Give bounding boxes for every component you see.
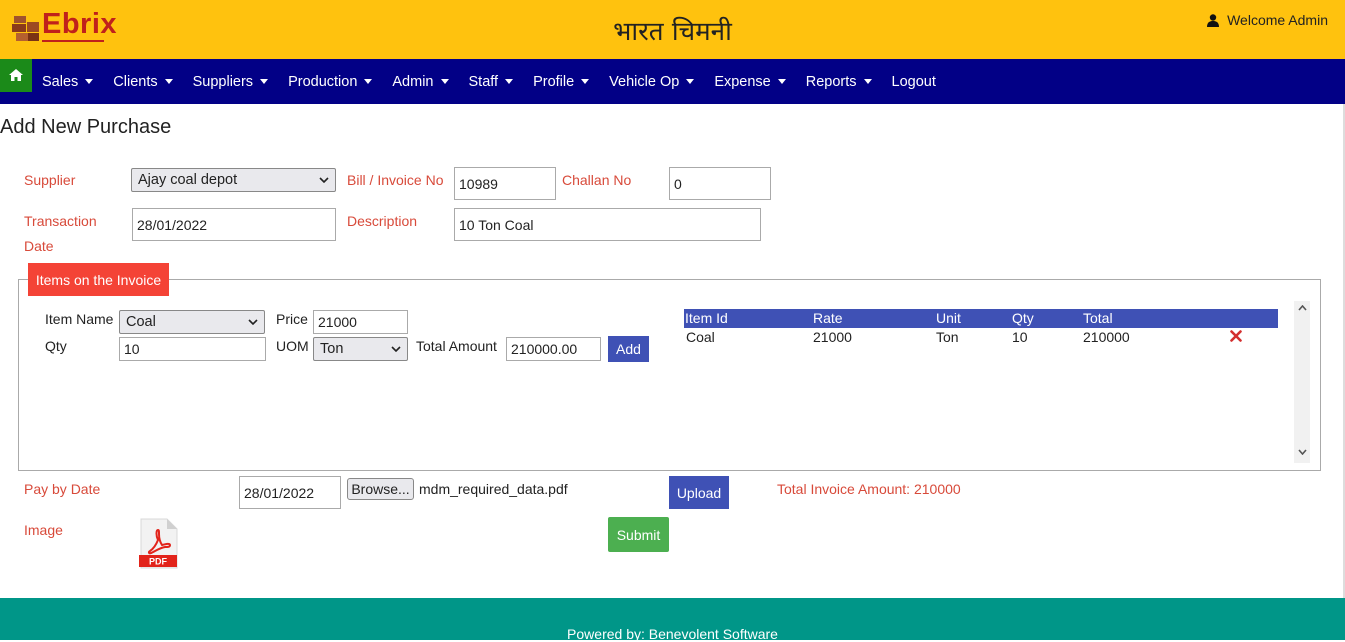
nav-item-staff[interactable]: Staff	[459, 74, 524, 90]
pay-by-date-label: Pay by Date	[24, 481, 101, 497]
home-button[interactable]	[0, 59, 32, 92]
caret-down-icon	[777, 79, 786, 84]
qty-label: Qty	[45, 338, 67, 354]
caret-down-icon	[260, 79, 269, 84]
welcome-user[interactable]: Welcome Admin	[1207, 12, 1328, 28]
nav-item-profile[interactable]: Profile	[523, 74, 599, 90]
nav-item-label: Staff	[468, 73, 499, 90]
items-table-header: Item Id Rate Unit Qty Total	[684, 309, 1278, 328]
qty-input[interactable]: 10	[119, 337, 266, 361]
upload-button[interactable]: Upload	[669, 476, 729, 509]
pay-by-date-input[interactable]: 28/01/2022	[239, 476, 341, 509]
caret-down-icon	[85, 79, 94, 84]
pdf-icon-text: PDF	[149, 557, 168, 567]
transaction-date-input[interactable]: 28/01/2022	[132, 208, 336, 241]
price-input[interactable]: 21000	[313, 310, 408, 334]
caret-down-icon	[364, 79, 373, 84]
challan-label: Challan No	[562, 172, 632, 188]
caret-down-icon	[505, 79, 514, 84]
bill-label: Bill / Invoice No	[347, 172, 444, 188]
caret-down-icon	[863, 79, 872, 84]
col-qty: Qty	[1012, 310, 1034, 326]
nav-item-label: Production	[288, 73, 358, 90]
caret-down-icon	[686, 79, 695, 84]
home-icon	[9, 69, 23, 81]
items-legend: Items on the Invoice	[28, 263, 169, 296]
nav-item-label: Vehicle Op	[609, 73, 680, 90]
submit-button[interactable]: Submit	[608, 517, 669, 552]
welcome-text: Welcome Admin	[1227, 12, 1328, 28]
nav-item-label: Profile	[533, 73, 575, 90]
main-nav: Sales Clients Suppliers Production Admin Staf…	[0, 59, 1345, 104]
uom-value: Ton	[320, 341, 344, 357]
cell-qty: 10	[1012, 329, 1028, 345]
nav-item-expense[interactable]: Expense	[704, 74, 795, 90]
nav-item-reports[interactable]: Reports	[796, 74, 882, 90]
nav-item-label: Clients	[113, 73, 158, 90]
caret-down-icon	[581, 79, 590, 84]
col-total: Total	[1083, 310, 1113, 326]
delete-icon[interactable]	[1230, 330, 1242, 342]
item-name-select[interactable]: Coal	[119, 310, 265, 334]
cell-item-id: Coal	[686, 329, 715, 345]
image-label: Image	[24, 522, 63, 538]
cell-unit: Ton	[936, 329, 959, 345]
pdf-file-icon[interactable]: PDF	[137, 518, 179, 570]
bill-input[interactable]: 10989	[454, 167, 556, 200]
nav-item-label: Admin	[392, 73, 434, 90]
col-unit: Unit	[936, 310, 961, 326]
site-title: भारत चिमनी	[613, 17, 732, 47]
user-icon	[1207, 13, 1220, 27]
total-amount-input[interactable]: 210000.00	[506, 337, 601, 361]
add-item-button[interactable]: Add	[608, 336, 649, 362]
browse-button[interactable]: Browse...	[347, 478, 414, 500]
total-amount-label: Total Amount	[416, 338, 497, 354]
caret-down-icon	[440, 79, 449, 84]
price-label: Price	[276, 311, 308, 327]
challan-input[interactable]: 0	[669, 167, 771, 200]
uom-select[interactable]: Ton	[313, 337, 408, 361]
nav-item-suppliers[interactable]: Suppliers	[183, 74, 278, 90]
items-fieldset	[18, 279, 1321, 471]
nav-item-sales[interactable]: Sales	[32, 74, 103, 90]
nav-item-vehicle-op[interactable]: Vehicle Op	[599, 74, 704, 90]
total-invoice-amount: Total Invoice Amount: 210000	[777, 481, 961, 497]
page-title: Add New Purchase	[0, 116, 172, 138]
footer: Powered by: Benevolent Software	[0, 598, 1345, 642]
col-item-id: Item Id	[685, 310, 728, 326]
transaction-date-label: Transaction	[24, 213, 97, 229]
description-input[interactable]: 10 Ton Coal	[454, 208, 761, 241]
nav-item-label: Suppliers	[192, 73, 254, 90]
item-name-value: Coal	[126, 314, 156, 330]
supplier-label: Supplier	[24, 172, 76, 188]
chevron-down-icon	[391, 346, 401, 352]
scroll-up-icon[interactable]	[1298, 305, 1307, 311]
cell-total: 210000	[1083, 329, 1130, 345]
nav-item-label: Sales	[42, 73, 79, 90]
header-bar: Ebrix भारत चिमनी Welcome Admin	[0, 0, 1345, 59]
nav-item-label: Logout	[891, 73, 936, 90]
nav-item-clients[interactable]: Clients	[103, 74, 182, 90]
nav-item-admin[interactable]: Admin	[382, 74, 458, 90]
supplier-select[interactable]: Ajay coal depot	[131, 168, 336, 192]
selected-file-name: mdm_required_data.pdf	[419, 481, 568, 497]
item-name-label: Item Name	[45, 311, 114, 327]
cell-rate: 21000	[813, 329, 852, 345]
supplier-value: Ajay coal depot	[138, 172, 238, 188]
chevron-down-icon	[319, 177, 329, 183]
transaction-date-label-2: Date	[24, 238, 54, 254]
scroll-down-icon[interactable]	[1298, 449, 1307, 455]
nav-item-label: Expense	[714, 73, 771, 90]
caret-down-icon	[164, 79, 173, 84]
nav-item-logout[interactable]: Logout	[882, 74, 946, 90]
nav-item-label: Reports	[805, 73, 857, 90]
nav-item-production[interactable]: Production	[278, 74, 382, 90]
items-scrollbar[interactable]	[1294, 301, 1310, 463]
chevron-down-icon	[248, 319, 258, 325]
nav-items: Sales Clients Suppliers Production Admin Staf…	[32, 59, 946, 104]
description-label: Description	[347, 213, 418, 229]
uom-label: UOM	[276, 338, 309, 354]
col-rate: Rate	[813, 310, 843, 326]
